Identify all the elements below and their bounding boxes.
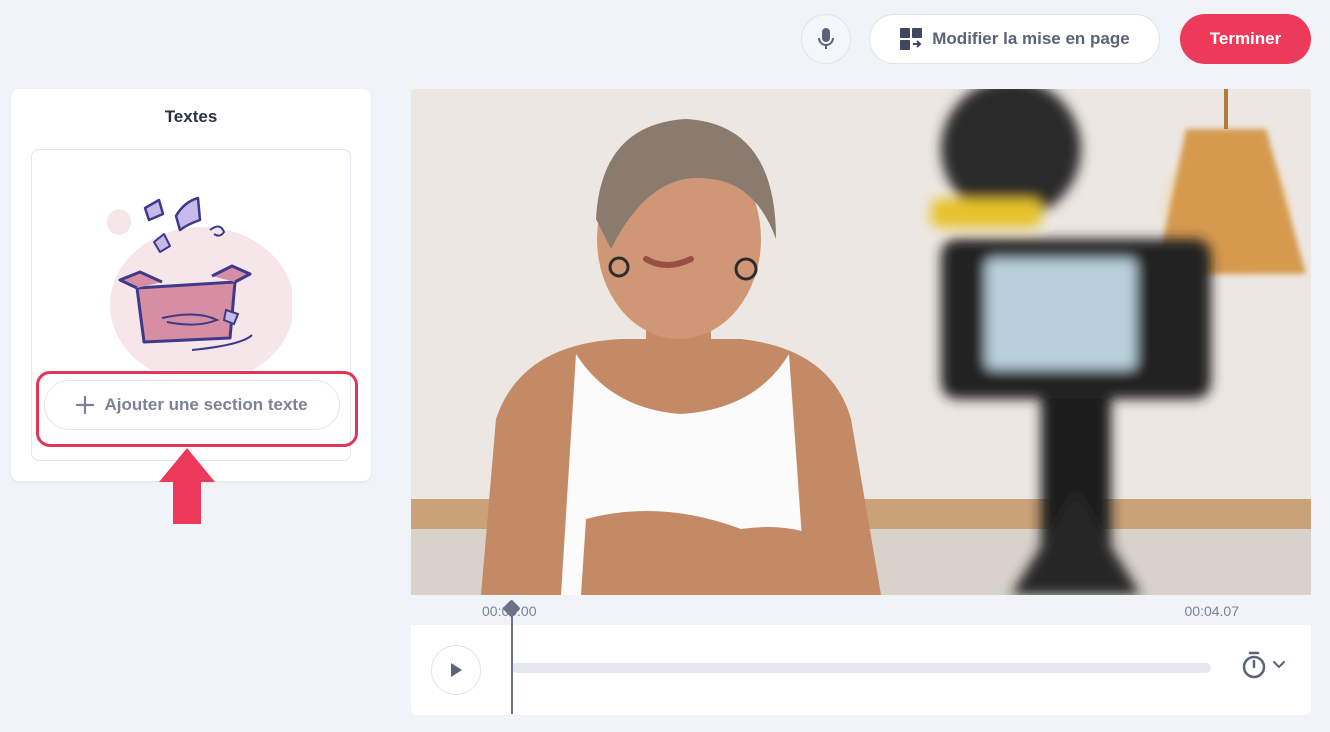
timeline-time-row: 00:00.00 00:04.07 <box>411 595 1311 625</box>
texts-panel: Textes Ajouter une section texte <box>11 89 371 481</box>
finish-button[interactable]: Terminer <box>1180 14 1311 64</box>
playhead-line <box>511 608 513 714</box>
layout-grid-icon <box>900 28 923 50</box>
timeline-track[interactable] <box>511 663 1211 673</box>
modify-layout-label: Modifier la mise en page <box>932 29 1130 48</box>
up-arrow-annotation <box>159 448 215 524</box>
playback-controls <box>411 625 1311 715</box>
modify-layout-button[interactable]: Modifier la mise en page <box>869 14 1160 64</box>
highlight-outline <box>36 371 358 447</box>
microphone-button[interactable] <box>801 14 851 64</box>
video-frame-image <box>411 89 1311 595</box>
play-icon <box>451 663 462 677</box>
empty-box-illustration <box>107 196 292 370</box>
chevron-down-icon <box>1273 661 1285 669</box>
duration-timer-dropdown[interactable] <box>1241 650 1291 680</box>
duration-label: 00:04.07 <box>1184 603 1240 619</box>
play-button[interactable] <box>431 645 481 695</box>
video-preview[interactable] <box>411 89 1311 595</box>
microphone-icon <box>818 28 834 49</box>
panel-title: Textes <box>164 107 218 126</box>
stopwatch-icon <box>1242 651 1266 679</box>
